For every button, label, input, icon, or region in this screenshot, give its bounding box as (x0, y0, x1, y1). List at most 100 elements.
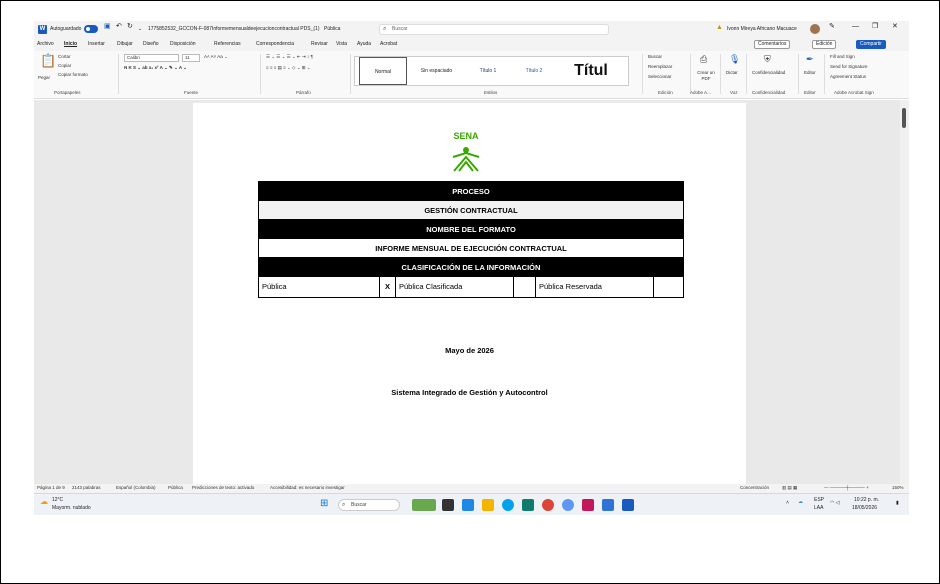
close-icon[interactable]: ✕ (892, 23, 898, 31)
title-search-input[interactable]: ⌕ Buscar (379, 24, 609, 35)
tab-correspondencia[interactable]: Correspondencia (256, 41, 294, 47)
view-icons[interactable]: ▥ ▤ ▦ (782, 485, 797, 491)
qat-menu-icon[interactable]: ⌄ (138, 25, 142, 33)
vertical-scrollbar[interactable] (900, 100, 909, 484)
minimize-icon[interactable]: — (852, 23, 859, 31)
replace-button[interactable]: Reemplazar (648, 64, 672, 70)
list-icons[interactable]: ☰ ⌄ ☰ ⌄ ☰ ⌄ ⇤ ⇥ ↕ ¶ (266, 54, 313, 60)
format-painter-button[interactable]: Copiar formato (58, 72, 88, 78)
editor-button[interactable]: Editor (804, 70, 816, 76)
undo-icon[interactable]: ↶ (116, 23, 122, 31)
redo-icon[interactable]: ↻ (127, 23, 133, 31)
search-icon: ⌕ (383, 26, 387, 32)
weather-text[interactable]: Mayorm. nublado (52, 505, 91, 511)
tab-archivo[interactable]: Archivo (37, 41, 54, 47)
chrome-alt-icon[interactable] (542, 499, 554, 511)
font-size-select[interactable]: 11 (182, 54, 200, 62)
taskbar-search-input[interactable]: ⌕ Buscar (338, 499, 400, 511)
agreement-status-button[interactable]: Agreement Status (830, 74, 866, 80)
send-signature-button[interactable]: Send for Signature (830, 64, 868, 70)
cloud-icon[interactable]: ☁ (798, 499, 803, 505)
zoom-level[interactable]: 150% (892, 485, 904, 490)
focus-button[interactable]: Concentración (740, 485, 769, 490)
file-explorer-icon[interactable] (482, 499, 494, 511)
pen-icon[interactable]: ✎ (829, 23, 835, 31)
word-count[interactable]: 2143 palabras (72, 485, 101, 490)
zoom-slider[interactable]: — ─────┼───── + (824, 485, 869, 490)
store-icon[interactable] (522, 499, 534, 511)
mail-icon[interactable] (582, 499, 594, 511)
paste-label[interactable]: Pegar (38, 75, 50, 81)
accessibility-status[interactable]: Accesibilidad: es necesario investigar (270, 485, 345, 490)
cut-button[interactable]: Cortar (58, 54, 71, 60)
calendar-icon[interactable] (602, 499, 614, 511)
style-normal[interactable]: Normal (359, 57, 407, 85)
maximize-icon[interactable]: ❐ (872, 23, 878, 31)
app-icon[interactable] (562, 499, 574, 511)
page-count[interactable]: Página 1 de 9 (37, 485, 65, 490)
autosave-label: Autoguardado (50, 26, 82, 32)
sensitivity-label[interactable]: Pública (324, 25, 340, 33)
editing-button[interactable]: Edición (812, 40, 837, 49)
document-page[interactable]: SENA PROCESO GESTIÓN CONTRACTUAL NOMBRE … (193, 103, 746, 484)
select-button[interactable]: Seleccionar (648, 74, 672, 80)
tab-vista[interactable]: Vista (336, 41, 347, 47)
find-button[interactable]: Buscar (648, 54, 662, 60)
user-name[interactable]: Ivonn Mireya Africano Macuace (727, 25, 797, 33)
fill-sign-button[interactable]: Fill and Sign (830, 54, 855, 60)
editor-icon[interactable]: ✒ (806, 54, 814, 65)
tab-ayuda[interactable]: Ayuda (357, 41, 371, 47)
widgets-icon[interactable] (412, 499, 436, 511)
style-title[interactable]: Títul (559, 57, 623, 85)
chrome-icon[interactable] (502, 499, 514, 511)
pdf-icon[interactable]: ⎙ (700, 54, 707, 65)
font-grow-icon[interactable]: A˄ A˅ Aa ⌄ (204, 54, 228, 60)
comments-button[interactable]: Comentarios (754, 40, 791, 49)
tab-referencias[interactable]: Referencias (214, 41, 241, 47)
separator (720, 54, 721, 94)
temperature[interactable]: 12°C (52, 497, 63, 503)
font-format-icons[interactable]: N K S ⌄ ab x₂ x² A ⌄ ✎ ⌄ A ⌄ (124, 65, 187, 71)
task-view-icon[interactable] (442, 499, 454, 511)
tab-revisar[interactable]: Revisar (311, 41, 328, 47)
paste-icon[interactable]: 📋 (40, 53, 56, 69)
edge-icon[interactable] (462, 499, 474, 511)
language-bottom[interactable]: LAA (814, 505, 823, 511)
autosave-toggle[interactable] (84, 25, 98, 33)
sensitivity-status[interactable]: Pública (168, 485, 183, 490)
cell-clasificada-mark (514, 277, 536, 297)
avatar[interactable] (810, 24, 820, 34)
language-top[interactable]: ESP (814, 497, 824, 503)
windows-start-icon[interactable]: ⊞ (320, 498, 328, 509)
style-heading1[interactable]: Título 1 (465, 57, 511, 85)
word-taskbar-icon[interactable] (622, 499, 634, 511)
style-no-spacing[interactable]: Sin espaciado (409, 57, 464, 85)
tab-inicio[interactable]: Inicio (64, 41, 77, 47)
separator (824, 54, 825, 94)
notifications-icon[interactable]: ▮ (896, 500, 899, 506)
scrollbar-thumb[interactable] (902, 108, 906, 128)
create-pdf-button[interactable]: Crear un PDF (694, 70, 718, 82)
align-icons[interactable]: ≡ ≡ ≡ ▤ ≡ ⌄ ◇ ⌄ ⊞ ⌄ (266, 65, 311, 71)
dictate-button[interactable]: Dictar (726, 70, 738, 76)
clock-date[interactable]: 18/05/2026 (852, 505, 877, 511)
share-button[interactable]: Compartir (856, 40, 886, 49)
microphone-icon[interactable]: 🎙 (729, 54, 740, 65)
font-name-select[interactable]: Calibri (124, 54, 179, 62)
tab-acrobat[interactable]: Acrobat (380, 41, 397, 47)
predictions-status[interactable]: Predicciones de texto: activado (192, 485, 254, 490)
tray-chevron-icon[interactable]: ˄ (786, 500, 789, 506)
copy-button[interactable]: Copiar (58, 63, 71, 69)
tab-disposicion[interactable]: Disposición (170, 41, 196, 47)
style-heading2[interactable]: Título 2 (511, 57, 557, 85)
tab-insertar[interactable]: Insertar (88, 41, 105, 47)
tab-diseno[interactable]: Diseño (143, 41, 159, 47)
save-icon[interactable]: ▣ (104, 23, 111, 31)
wifi-icon[interactable]: ◠ ◁ (830, 500, 840, 506)
warning-icon[interactable]: ▲ (716, 24, 723, 31)
confidentiality-button[interactable]: Confidencialidad (752, 70, 785, 76)
tab-dibujar[interactable]: Dibujar (117, 41, 133, 47)
shield-icon[interactable]: ⛨ (764, 54, 771, 65)
clock-time[interactable]: 10:22 p. m. (854, 497, 879, 503)
language-status[interactable]: Español (Colombia) (116, 485, 156, 490)
